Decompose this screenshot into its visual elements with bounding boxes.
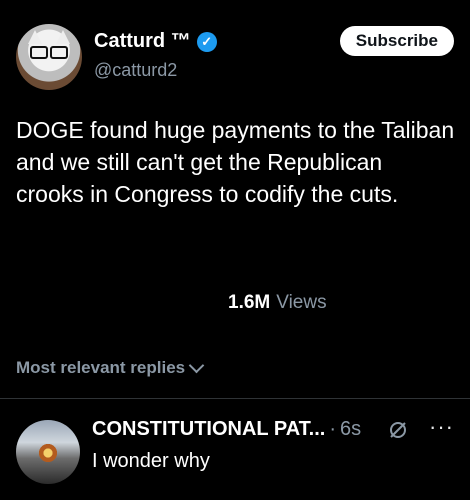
tweet-header: Catturd ™ ✓ @catturd2 Subscribe bbox=[16, 16, 454, 96]
tweet-card: Catturd ™ ✓ @catturd2 Subscribe DOGE fou… bbox=[0, 0, 470, 500]
subscribe-button[interactable]: Subscribe bbox=[339, 26, 454, 56]
reply-author-name[interactable]: CONSTITUTIONAL PAT... bbox=[92, 418, 325, 441]
separator-dot: · bbox=[329, 418, 337, 440]
reply-timestamp[interactable]: 6s bbox=[340, 418, 361, 441]
cat-ears-shape bbox=[28, 30, 70, 44]
replies-sort-label: Most relevant replies bbox=[16, 358, 186, 377]
reply-item[interactable]: CONSTITUTIONAL PAT... · 6s ··· I wonder … bbox=[16, 412, 454, 492]
chevron-down-icon bbox=[188, 357, 205, 373]
author-display-name[interactable]: Catturd ™ bbox=[94, 30, 191, 53]
reply-avatar[interactable] bbox=[16, 420, 80, 484]
reply-text: I wonder why bbox=[92, 450, 210, 472]
author-name-row: Catturd ™ ✓ bbox=[94, 30, 217, 53]
reply-header: CONSTITUTIONAL PAT... · 6s bbox=[92, 418, 361, 441]
verified-badge-icon: ✓ bbox=[196, 31, 217, 52]
divider bbox=[0, 398, 470, 399]
glasses-shape bbox=[30, 46, 68, 59]
views-label: Views bbox=[276, 292, 327, 313]
tweet-text: DOGE found huge payments to the Taliban … bbox=[16, 117, 455, 207]
more-options-icon[interactable]: ··· bbox=[429, 414, 454, 440]
author-handle[interactable]: @catturd2 bbox=[94, 60, 177, 81]
replies-sort-dropdown[interactable]: Most relevant replies bbox=[16, 357, 205, 378]
grok-icon[interactable] bbox=[388, 420, 408, 440]
tweet-views[interactable]: 1.6M Views bbox=[228, 292, 327, 314]
author-avatar[interactable] bbox=[16, 24, 82, 90]
views-count: 1.6M bbox=[228, 292, 271, 313]
